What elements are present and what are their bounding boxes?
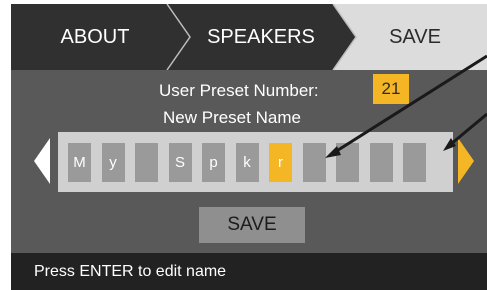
status-text: Press ENTER to edit name: [34, 263, 227, 280]
status-bar: Press ENTER to edit name: [11, 253, 487, 290]
preset-save-screen: ABOUT SPEAKERS SAVE User Preset Number: …: [11, 4, 487, 290]
save-button[interactable]: SAVE: [199, 207, 305, 243]
